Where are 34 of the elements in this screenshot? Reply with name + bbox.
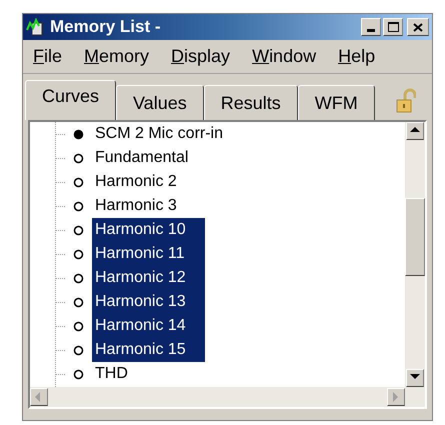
maximize-icon bbox=[388, 22, 398, 32]
tree-item[interactable]: THD bbox=[92, 362, 131, 386]
close-icon bbox=[413, 22, 423, 32]
tree-item[interactable]: Harmonic 2 bbox=[92, 170, 180, 194]
tab[interactable]: Curves bbox=[25, 80, 116, 120]
menu-item[interactable]: File bbox=[33, 43, 62, 70]
minimize-icon bbox=[367, 29, 375, 32]
horizontal-scrollbar[interactable] bbox=[30, 387, 425, 407]
vertical-scrollbar[interactable] bbox=[405, 122, 425, 387]
tree-item[interactable]: Harmonic 15 bbox=[92, 338, 205, 362]
tab[interactable]: WFM bbox=[298, 85, 375, 120]
menu-item[interactable]: Memory bbox=[84, 43, 150, 70]
tab[interactable]: Results bbox=[204, 85, 298, 120]
scroll-up-button[interactable] bbox=[406, 122, 424, 140]
scroll-down-button[interactable] bbox=[406, 369, 424, 387]
menu-item[interactable]: Display bbox=[171, 43, 230, 70]
tree-item[interactable]: Harmonic 13 bbox=[92, 290, 205, 314]
menu-item[interactable]: Help bbox=[338, 43, 376, 70]
minimize-button[interactable] bbox=[361, 18, 381, 36]
tab[interactable]: Values bbox=[116, 85, 204, 120]
tree-item[interactable]: Harmonic 10 bbox=[92, 218, 205, 242]
window-title: Memory List - bbox=[50, 16, 162, 38]
tree-item[interactable]: SCM 2 Mic corr-in bbox=[92, 122, 226, 146]
menu-item[interactable]: Window bbox=[252, 43, 316, 70]
tree-item[interactable]: Fundamental bbox=[92, 146, 192, 170]
tree-item[interactable]: Harmonic 14 bbox=[92, 314, 205, 338]
maximize-button[interactable] bbox=[383, 18, 403, 36]
tree-item[interactable]: Harmonic 3 bbox=[92, 194, 180, 218]
scroll-thumb[interactable] bbox=[405, 198, 425, 276]
scroll-left-button[interactable] bbox=[30, 388, 48, 406]
tree-item[interactable]: Harmonic 12 bbox=[92, 266, 205, 290]
scroll-right-button[interactable] bbox=[387, 388, 405, 406]
close-button[interactable] bbox=[407, 18, 429, 36]
tree-item[interactable]: Harmonic 11 bbox=[92, 242, 205, 266]
